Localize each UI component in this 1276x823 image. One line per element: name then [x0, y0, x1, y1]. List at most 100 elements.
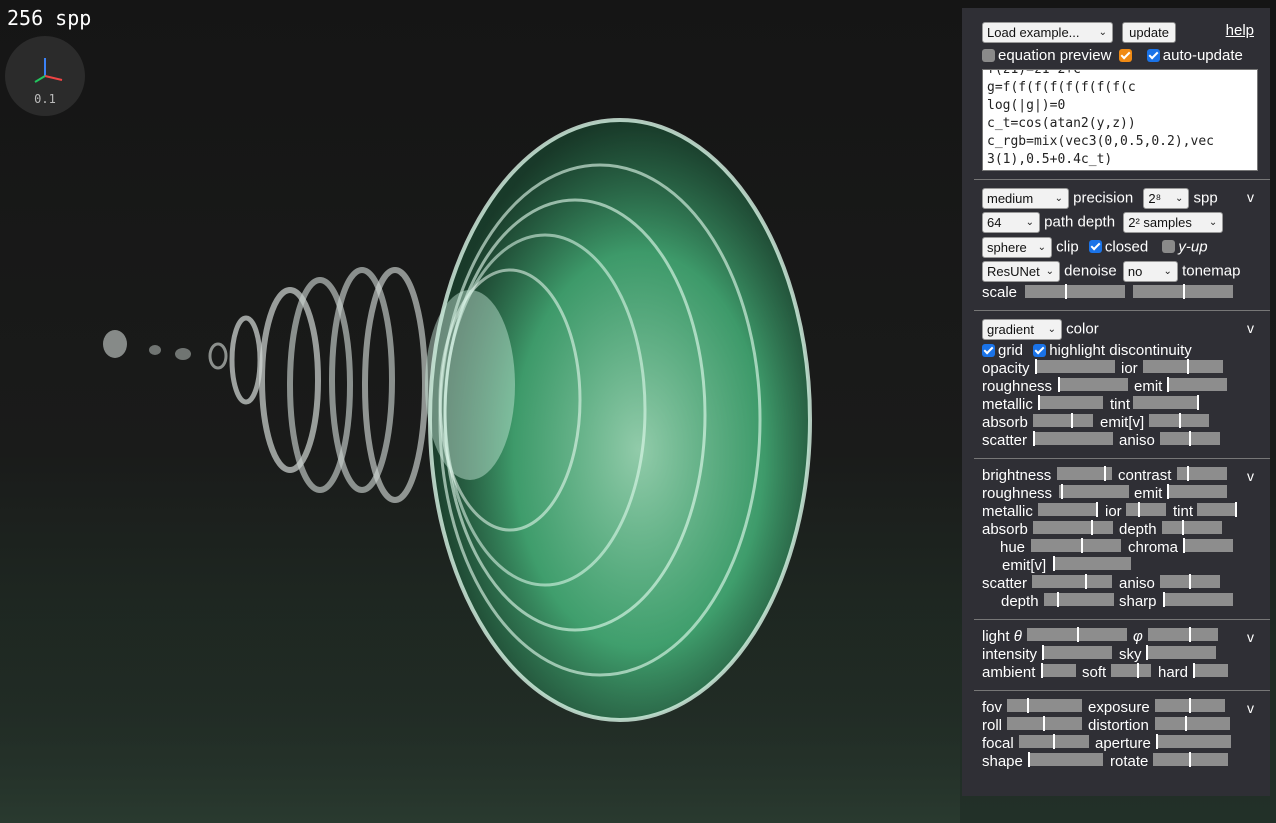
ior-slider[interactable]: [1143, 359, 1223, 374]
equation-preview-checkbox[interactable]: [1118, 49, 1132, 62]
sky-slider[interactable]: [1146, 645, 1216, 660]
denoise-select[interactable]: ResUNet ⌄: [982, 261, 1060, 282]
divider: [974, 179, 1270, 180]
bg-metallic-label: metallic: [982, 503, 1033, 520]
tint-slider[interactable]: [1133, 395, 1199, 410]
bg-depth2-slider[interactable]: [1044, 592, 1114, 607]
contrast-label: contrast: [1118, 467, 1172, 484]
equation-line: g=f(f(f(f(f(f(f(f(c: [987, 80, 1136, 95]
scale-slider-2[interactable]: [1133, 284, 1234, 299]
rotate-slider[interactable]: [1153, 752, 1228, 767]
light-theta-slider[interactable]: [1027, 627, 1127, 642]
opacity-slider[interactable]: [1035, 359, 1115, 374]
path-depth-select[interactable]: 64 ⌄: [982, 212, 1040, 233]
fov-slider[interactable]: [1007, 698, 1082, 713]
metallic-slider[interactable]: [1038, 395, 1103, 410]
spp-readout: 256 spp: [7, 6, 92, 30]
y-up-checkbox[interactable]: [1162, 240, 1176, 254]
samples-select[interactable]: 2² samples ⌄: [1123, 212, 1224, 233]
bg-depth-label: depth: [1119, 521, 1157, 538]
bg-depth-slider[interactable]: [1162, 520, 1222, 535]
sky-label: sky: [1119, 646, 1142, 663]
hue-slider[interactable]: [1031, 538, 1121, 553]
bg-scatter-slider[interactable]: [1032, 574, 1112, 589]
aniso-label: aniso: [1119, 432, 1155, 449]
intensity-label: intensity: [982, 646, 1038, 663]
hue-label: hue: [1000, 539, 1026, 556]
grid-checkbox[interactable]: [982, 344, 995, 357]
clip-select[interactable]: sphere ⌄: [982, 237, 1052, 258]
shape-slider[interactable]: [1028, 752, 1103, 767]
bg-emit-v-slider[interactable]: [1053, 556, 1131, 571]
equation-editor[interactable]: f(z1)=z1^2+c g=f(f(f(f(f(f(f(f(c log(|g|…: [982, 69, 1258, 171]
bg-metallic-slider[interactable]: [1038, 502, 1098, 517]
collapse-render-toggle[interactable]: v: [1247, 188, 1254, 206]
bg-ior-slider[interactable]: [1126, 502, 1166, 517]
chevron-down-icon: ⌄: [1054, 193, 1063, 204]
color-mode-select[interactable]: gradient ⌄: [982, 319, 1062, 340]
load-example-select[interactable]: Load example... ⌄: [982, 22, 1113, 43]
emit-v-slider[interactable]: [1149, 413, 1209, 428]
closed-checkbox[interactable]: [1088, 240, 1102, 254]
roughness-slider[interactable]: [1058, 377, 1128, 392]
bg-absorb-label: absorb: [982, 521, 1028, 538]
equation-preview-toggle-off[interactable]: [982, 49, 995, 62]
bg-tint-slider[interactable]: [1197, 502, 1237, 517]
emit-slider[interactable]: [1167, 377, 1227, 392]
chevron-down-icon: ⌄: [1174, 193, 1184, 204]
brightness-slider[interactable]: [1057, 466, 1112, 481]
scale-label: scale: [982, 284, 1018, 301]
equation-line: c_t=cos(atan2(y,z)): [987, 116, 1136, 131]
exposure-slider[interactable]: [1155, 698, 1225, 713]
collapse-material-toggle[interactable]: v: [1247, 319, 1254, 337]
light-phi-slider[interactable]: [1148, 627, 1218, 642]
chroma-slider[interactable]: [1183, 538, 1233, 553]
fov-label: fov: [982, 699, 1003, 716]
divider: [974, 690, 1270, 691]
contrast-slider[interactable]: [1177, 466, 1227, 481]
collapse-camera-toggle[interactable]: v: [1247, 699, 1254, 717]
equation-line: 3(1),0.5+0.4c_t): [987, 152, 1113, 167]
samples-value: 2² samples: [1128, 215, 1192, 230]
bg-emit-v-label: emit[v]: [1002, 557, 1047, 574]
collapse-background-toggle[interactable]: v: [1247, 467, 1254, 485]
absorb-slider[interactable]: [1033, 413, 1093, 428]
aniso-slider[interactable]: [1160, 431, 1220, 446]
bg-tint-label: tint: [1173, 503, 1194, 520]
emit-v-label: emit[v]: [1100, 414, 1145, 431]
precision-select[interactable]: medium ⌄: [982, 188, 1069, 209]
ambient-slider[interactable]: [1041, 663, 1076, 678]
soft-slider[interactable]: [1111, 663, 1151, 678]
bg-absorb-slider[interactable]: [1033, 520, 1113, 535]
distortion-label: distortion: [1088, 717, 1149, 734]
scatter-label: scatter: [982, 432, 1028, 449]
chevron-down-icon: ⌄: [1098, 27, 1107, 38]
bg-aniso-slider[interactable]: [1160, 574, 1220, 589]
tonemap-select[interactable]: no ⌄: [1122, 261, 1178, 282]
precision-label: precision: [1073, 189, 1134, 207]
spp-select[interactable]: 2⁸ ⌄: [1143, 188, 1190, 209]
fractal-render[interactable]: [0, 0, 960, 823]
aperture-slider[interactable]: [1156, 734, 1231, 749]
distortion-slider[interactable]: [1155, 716, 1230, 731]
focal-slider[interactable]: [1019, 734, 1089, 749]
hard-label: hard: [1158, 664, 1189, 681]
auto-update-checkbox[interactable]: [1146, 49, 1160, 62]
scale-slider[interactable]: [1025, 284, 1126, 299]
roll-slider[interactable]: [1007, 716, 1082, 731]
soft-label: soft: [1082, 664, 1107, 681]
help-link[interactable]: help: [1226, 22, 1254, 40]
axis-gizmo[interactable]: 0.1: [5, 36, 85, 116]
scatter-slider[interactable]: [1033, 431, 1113, 446]
bg-emit-label: emit: [1134, 485, 1163, 502]
bg-roughness-slider[interactable]: [1059, 484, 1129, 499]
hard-slider[interactable]: [1193, 663, 1228, 678]
bg-emit-slider[interactable]: [1167, 484, 1227, 499]
update-button[interactable]: update: [1122, 22, 1176, 43]
equation-line: f(z1)=z1^2+c: [987, 69, 1081, 77]
shape-label: shape: [982, 753, 1023, 770]
collapse-lighting-toggle[interactable]: v: [1247, 628, 1254, 646]
sharp-slider[interactable]: [1163, 592, 1233, 607]
intensity-slider[interactable]: [1042, 645, 1112, 660]
highlight-discontinuity-checkbox[interactable]: [1033, 344, 1047, 357]
